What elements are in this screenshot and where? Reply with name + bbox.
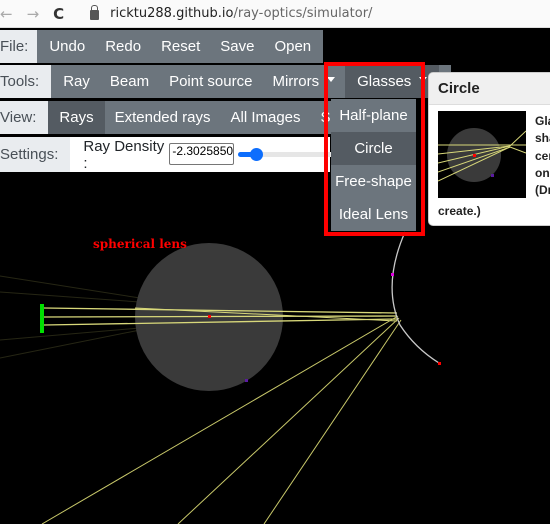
popover-title: Circle (429, 73, 550, 105)
menu-item-half-plane[interactable]: Half-plane (331, 99, 416, 132)
tool-info-popover: Circle Gla sha cen on (Dr create.) (428, 72, 550, 226)
caret-down-icon (419, 77, 428, 82)
ray-density-slider[interactable] (238, 137, 339, 172)
slider-thumb[interactable] (250, 148, 264, 161)
ray-density-input[interactable]: -2.3025850 (169, 143, 235, 165)
url-field[interactable]: ricktu288.github.io/ray-optics/simulator… (110, 6, 372, 21)
file-toolbar: File: Undo Redo Reset Save Open (0, 30, 324, 63)
view-extended-rays-button[interactable]: Extended rays (105, 101, 221, 134)
mirror-end-point[interactable] (438, 362, 441, 365)
faint-ray (0, 275, 141, 299)
circle-edge-point[interactable] (245, 379, 248, 382)
forward-arrow-icon[interactable]: → (27, 5, 40, 23)
file-label: File: (0, 30, 38, 63)
circle-center-point[interactable] (208, 315, 211, 318)
settings-toolbar: Settings: Ray Density : -2.3025850 (0, 137, 339, 172)
url-path: /ray-optics/simulator/ (233, 6, 373, 21)
url-host: ricktu288.github.io (110, 6, 234, 21)
tools-toolbar: Tools: Ray Beam Point source Mirrors Gla… (0, 65, 452, 98)
view-all-images-button[interactable]: All Images (221, 101, 311, 134)
popover-description-tail: create.) (438, 204, 481, 218)
file-button-group: Undo Redo Reset Save Open (37, 30, 324, 63)
mirrors-label: Mirrors (272, 73, 320, 90)
tools-label: Tools: (0, 65, 52, 98)
point-source-tool-button[interactable]: Point source (159, 65, 262, 98)
redo-button[interactable]: Redo (95, 30, 151, 63)
reload-icon[interactable]: C (53, 5, 64, 23)
open-button[interactable]: Open (264, 30, 323, 63)
settings-label: Settings: (0, 137, 71, 172)
menu-item-circle[interactable]: Circle (331, 132, 416, 165)
save-button[interactable]: Save (210, 30, 264, 63)
browser-address-bar: ← → C ricktu288.github.io/ray-optics/sim… (0, 0, 550, 28)
beam-source[interactable] (40, 304, 44, 333)
popover-preview-image (438, 111, 526, 198)
menu-item-ideal-lens[interactable]: Ideal Lens (331, 198, 416, 231)
view-button-group: Rays Extended rays All Images See (48, 101, 349, 134)
undo-button[interactable]: Undo (37, 30, 95, 63)
lock-icon (90, 4, 100, 20)
view-toolbar: View: Rays Extended rays All Images See (0, 101, 349, 134)
view-rays-button[interactable]: Rays (48, 101, 105, 134)
glasses-dropdown-button[interactable]: Glasses (345, 65, 440, 98)
ray-density-label: Ray Density : (83, 137, 165, 172)
back-arrow-icon[interactable]: ← (0, 5, 13, 23)
mirrors-dropdown-button[interactable]: Mirrors (262, 65, 345, 98)
glasses-dropdown-menu: Half-plane Circle Free-shape Ideal Lens (331, 99, 416, 231)
popover-description: Gla sha cen on (Dr (535, 114, 550, 198)
arc-mirror[interactable] (391, 231, 440, 364)
reflected-ray (263, 319, 402, 524)
mirror-mid-point[interactable] (391, 273, 394, 276)
reset-button[interactable]: Reset (151, 30, 210, 63)
glasses-label: Glasses (357, 73, 412, 90)
view-label: View: (0, 101, 49, 134)
ray-tool-button[interactable]: Ray (51, 65, 100, 98)
tools-button-group: Ray Beam Point source Mirrors Glasses (51, 65, 452, 98)
caret-down-icon (327, 77, 336, 82)
ray (43, 315, 398, 318)
beam-tool-button[interactable]: Beam (100, 65, 159, 98)
faint-ray (0, 291, 141, 303)
menu-item-free-shape[interactable]: Free-shape (331, 165, 416, 198)
canvas-annotation: spherical lens (93, 237, 187, 251)
